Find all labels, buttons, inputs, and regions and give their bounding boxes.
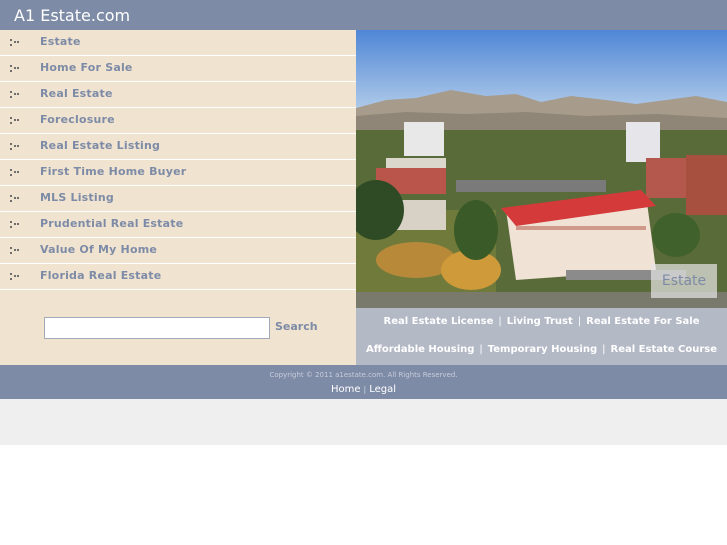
nav-item-florida-real-estate[interactable]: Florida Real Estate bbox=[0, 264, 356, 290]
link-temporary-housing[interactable]: Temporary Housing bbox=[488, 344, 597, 355]
nav-item-mls-listing[interactable]: MLS Listing bbox=[0, 186, 356, 212]
nav-item-value-of-my-home[interactable]: Value Of My Home bbox=[0, 238, 356, 264]
bottom-band bbox=[0, 399, 727, 445]
bullet-icon bbox=[10, 221, 20, 229]
link-living-trust[interactable]: Living Trust bbox=[507, 316, 573, 327]
nav-item-home-for-sale[interactable]: Home For Sale bbox=[0, 56, 356, 82]
nav-item-real-estate-listing[interactable]: Real Estate Listing bbox=[0, 134, 356, 160]
copyright-text: Copyright © 2011 a1estate.com. All Right… bbox=[269, 371, 458, 379]
links-row: Affordable Housing | Temporary Housing | Rea… bbox=[356, 344, 727, 355]
link-real-estate-for-sale[interactable]: Real Estate For Sale bbox=[586, 316, 699, 327]
link-separator: | bbox=[479, 344, 483, 355]
link-separator: | bbox=[577, 316, 582, 327]
footer: Copyright © 2011 a1estate.com. All Right… bbox=[0, 365, 727, 399]
nav-item-first-time-home-buyer[interactable]: First Time Home Buyer bbox=[0, 160, 356, 186]
nav-item-label: Value Of My Home bbox=[40, 243, 158, 256]
bullet-icon bbox=[10, 117, 20, 125]
footer-links: Home | Legal bbox=[0, 384, 727, 395]
nav-item-estate[interactable]: Estate bbox=[0, 30, 356, 56]
nav-item-real-estate[interactable]: Real Estate bbox=[0, 82, 356, 108]
bullet-icon bbox=[10, 91, 20, 99]
nav-item-label: Florida Real Estate bbox=[40, 269, 162, 282]
bullet-icon bbox=[10, 273, 20, 281]
link-separator: | bbox=[602, 344, 606, 355]
nav-item-label: Prudential Real Estate bbox=[40, 217, 184, 230]
links-panel: Real Estate License | Living Trust | Real Es… bbox=[356, 308, 727, 365]
footer-home-link[interactable]: Home bbox=[331, 384, 361, 395]
photo-caption: Estate bbox=[651, 264, 717, 298]
link-affordable-housing[interactable]: Affordable Housing bbox=[366, 344, 474, 355]
bullet-icon bbox=[10, 195, 20, 203]
nav-item-label: Foreclosure bbox=[40, 113, 115, 126]
links-row: Real Estate License | Living Trust | Real Es… bbox=[356, 316, 727, 327]
sidebar: Estate Home For Sale Real Estate Foreclo… bbox=[0, 30, 356, 365]
link-real-estate-license[interactable]: Real Estate License bbox=[384, 316, 494, 327]
site-title[interactable]: A1 Estate.com bbox=[14, 6, 130, 25]
nav-item-prudential-real-estate[interactable]: Prudential Real Estate bbox=[0, 212, 356, 238]
bullet-icon bbox=[10, 169, 20, 177]
nav-item-foreclosure[interactable]: Foreclosure bbox=[0, 108, 356, 134]
bullet-icon bbox=[10, 247, 20, 255]
nav-item-label: MLS Listing bbox=[40, 191, 114, 204]
nav-list: Estate Home For Sale Real Estate Foreclo… bbox=[0, 30, 356, 290]
bullet-icon bbox=[10, 143, 20, 151]
nav-item-label: First Time Home Buyer bbox=[40, 165, 187, 178]
link-real-estate-course[interactable]: Real Estate Course bbox=[611, 344, 718, 355]
search-button[interactable]: Search bbox=[275, 320, 318, 333]
footer-legal-link[interactable]: Legal bbox=[369, 384, 396, 395]
city-photo: Estate bbox=[356, 30, 727, 308]
footer-separator: | bbox=[363, 385, 367, 394]
header-bar: A1 Estate.com bbox=[0, 0, 727, 30]
search-input[interactable] bbox=[44, 317, 270, 339]
bullet-icon bbox=[10, 65, 20, 73]
nav-item-label: Real Estate bbox=[40, 87, 113, 100]
nav-item-label: Estate bbox=[40, 35, 81, 48]
bullet-icon bbox=[10, 39, 20, 47]
nav-item-label: Home For Sale bbox=[40, 61, 133, 74]
link-separator: | bbox=[498, 316, 502, 327]
nav-item-label: Real Estate Listing bbox=[40, 139, 161, 152]
